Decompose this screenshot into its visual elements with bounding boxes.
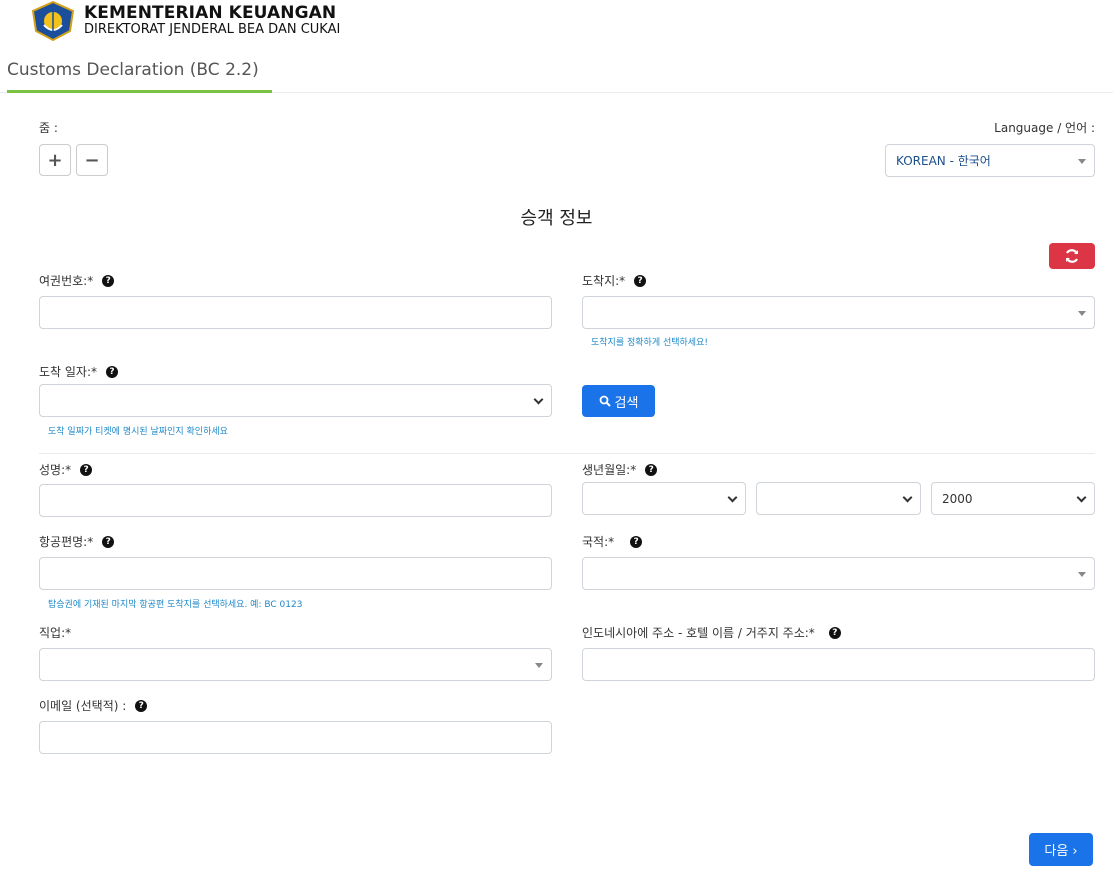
name-label-text: 성명:* xyxy=(39,463,72,477)
name-label: 성명:* ? xyxy=(39,461,93,478)
name-input[interactable] xyxy=(39,484,552,517)
arrival-date-label: 도착 일자:* ? xyxy=(39,363,119,380)
language-select[interactable]: KOREAN - 한국어 xyxy=(885,144,1095,177)
arrival-date-hint: 도착 일짜가 티켓에 명시된 날짜인지 확인하세요 xyxy=(48,427,228,437)
zoom-label: 줌 : xyxy=(39,121,58,135)
help-icon[interactable]: ? xyxy=(634,274,647,287)
next-button-label: 다음 › xyxy=(1044,844,1078,859)
caret-down-icon xyxy=(1078,311,1086,316)
destination-hint: 도착지를 정확하게 선택하세요! xyxy=(591,338,708,348)
flight-hint: 탑승권에 기재된 마지막 항공편 도착지를 선택하세요. 예: BC 0123 xyxy=(48,600,303,610)
reset-button[interactable] xyxy=(1049,243,1095,269)
tab-customs-declaration[interactable]: Customs Declaration (BC 2.2) xyxy=(7,58,272,93)
chevron-down-icon xyxy=(1076,492,1087,503)
address-input[interactable] xyxy=(582,648,1095,681)
nationality-select[interactable] xyxy=(582,557,1095,590)
chevron-down-icon xyxy=(727,492,738,503)
address-label: 인도네시아에 주소 - 호텔 이름 / 거주지 주소:* ? xyxy=(582,624,841,641)
org-line-2: DIREKTORAT JENDERAL BEA DAN CUKAI xyxy=(84,22,341,38)
address-label-text: 인도네시아에 주소 - 호텔 이름 / 거주지 주소:* xyxy=(582,626,815,640)
help-icon[interactable]: ? xyxy=(102,274,115,287)
email-label-text: 이메일 (선택적) : xyxy=(39,699,127,713)
help-icon[interactable]: ? xyxy=(102,535,115,548)
help-icon[interactable]: ? xyxy=(630,535,643,548)
ministry-logo-icon xyxy=(31,1,75,41)
search-button-label: 검색 xyxy=(614,395,639,411)
destination-select[interactable] xyxy=(582,296,1095,329)
search-button[interactable]: 검색 xyxy=(582,385,655,417)
help-icon[interactable]: ? xyxy=(80,463,93,476)
birth-year-value: 2000 xyxy=(942,491,973,506)
email-input[interactable] xyxy=(39,721,552,754)
section-title: 승객 정보 xyxy=(520,208,593,229)
next-button[interactable]: 다음 › xyxy=(1029,833,1093,866)
nationality-label-text: 국적:* xyxy=(582,535,615,549)
birthdate-label: 생년월일:* ? xyxy=(582,461,658,478)
occupation-select[interactable] xyxy=(39,648,552,681)
help-icon[interactable]: ? xyxy=(106,365,119,378)
language-label: Language / 언어 : xyxy=(994,121,1095,135)
passport-input[interactable] xyxy=(39,296,552,329)
arrival-date-select[interactable] xyxy=(39,384,552,417)
org-name: KEMENTERIAN KEUANGAN DIREKTORAT JENDERAL… xyxy=(84,2,341,38)
flight-input[interactable] xyxy=(39,557,552,590)
section-divider xyxy=(39,453,1095,454)
zoom-out-button[interactable]: − xyxy=(76,144,108,176)
caret-down-icon xyxy=(1078,572,1086,577)
help-icon[interactable]: ? xyxy=(645,463,658,476)
flight-label-text: 항공편명:* xyxy=(39,535,94,549)
birth-year-select[interactable]: 2000 xyxy=(931,482,1095,515)
birthdate-label-text: 생년월일:* xyxy=(582,463,637,477)
caret-down-icon xyxy=(535,663,543,668)
plus-icon: + xyxy=(47,149,63,171)
search-icon xyxy=(599,395,611,407)
flight-label: 항공편명:* ? xyxy=(39,533,115,550)
nationality-label: 국적:* ? xyxy=(582,533,643,550)
site-header: KEMENTERIAN KEUANGAN DIREKTORAT JENDERAL… xyxy=(30,0,340,42)
passport-label-text: 여권번호:* xyxy=(39,274,94,288)
destination-label-text: 도착지:* xyxy=(582,274,626,288)
chevron-down-icon xyxy=(533,394,544,405)
tab-bar: Customs Declaration (BC 2.2) xyxy=(0,52,1113,93)
zoom-in-button[interactable]: + xyxy=(39,144,71,176)
refresh-icon xyxy=(1065,249,1079,263)
language-selected: KOREAN - 한국어 xyxy=(896,154,991,168)
birth-day-select[interactable] xyxy=(582,482,746,515)
caret-down-icon xyxy=(1078,159,1086,164)
help-icon[interactable]: ? xyxy=(135,699,148,712)
passport-label: 여권번호:* ? xyxy=(39,272,115,289)
arrival-date-label-text: 도착 일자:* xyxy=(39,365,98,379)
destination-label: 도착지:* ? xyxy=(582,272,647,289)
org-line-1: KEMENTERIAN KEUANGAN xyxy=(84,2,337,23)
occupation-label: 직업:* xyxy=(39,626,72,640)
minus-icon: − xyxy=(84,149,100,171)
help-icon[interactable]: ? xyxy=(828,626,841,639)
email-label: 이메일 (선택적) : ? xyxy=(39,697,148,714)
birth-month-select[interactable] xyxy=(756,482,921,515)
chevron-down-icon xyxy=(902,492,913,503)
